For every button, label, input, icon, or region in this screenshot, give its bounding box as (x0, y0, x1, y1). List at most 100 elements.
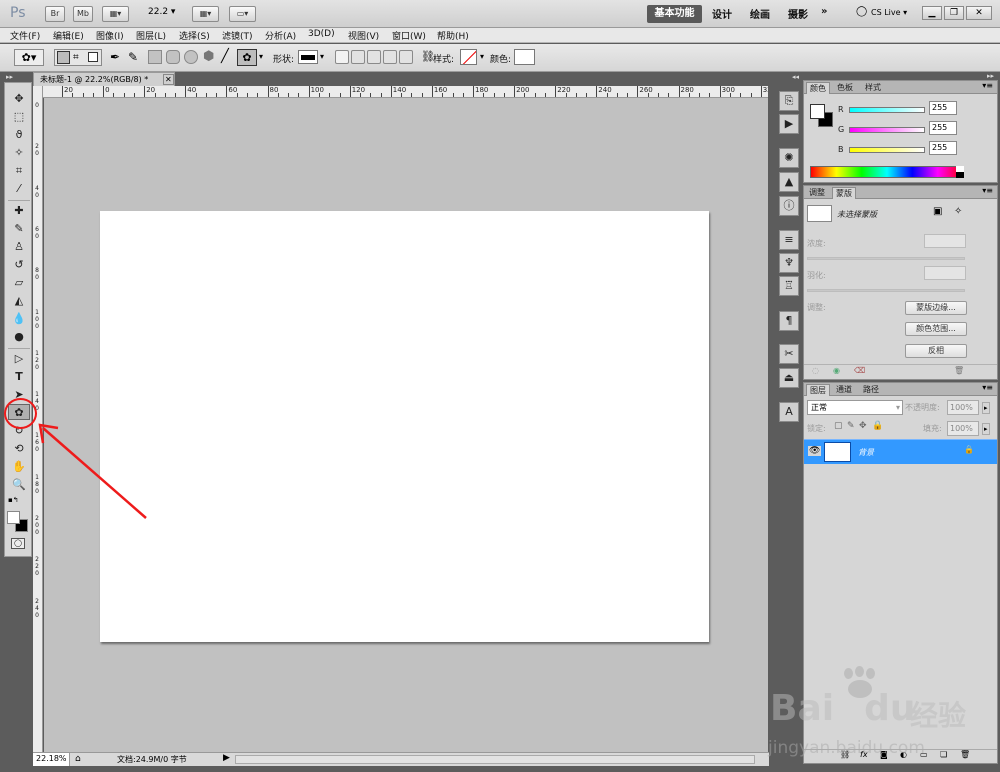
bridge-button[interactable]: Br (45, 6, 65, 22)
opacity-slider-arrow[interactable]: ▸ (982, 402, 990, 414)
menu-file[interactable]: 文件(F) (10, 29, 40, 42)
3d-orbit-tool-icon[interactable]: ⟲ (8, 441, 30, 457)
vector-mask-icon[interactable]: ✧ (954, 206, 962, 217)
crop-tool-icon[interactable]: ⌗ (8, 163, 30, 179)
polygon-tool-icon[interactable]: ⬢ (203, 49, 214, 64)
document-tab[interactable]: 未标题-1 @ 22.2%(RGB/8) * ✕ (33, 72, 175, 86)
opacity-field[interactable]: 100% (947, 400, 979, 415)
paragraph-panel-icon[interactable]: ¶ (779, 311, 799, 331)
menu-filter[interactable]: 滤镜(T) (222, 29, 253, 42)
pen-tool-icon[interactable]: ▷ (8, 351, 30, 367)
lock-transparent-icon[interactable]: ▢ (834, 421, 843, 431)
history-panel-icon[interactable]: ⎘ (779, 91, 799, 111)
fill-field[interactable]: 100% (947, 421, 979, 436)
lock-all-icon[interactable]: 🔒 (872, 421, 883, 431)
panel-collapse-icon[interactable]: ◂◂ (792, 73, 799, 81)
zoom-tool-icon[interactable]: 🔍 (8, 477, 30, 493)
histogram-panel-icon[interactable]: ▲ (779, 172, 799, 192)
type-tool-icon[interactable]: T (8, 369, 30, 385)
zoom-field[interactable]: 22.18% (33, 753, 70, 766)
mini-bridge-button[interactable]: Mb (73, 6, 93, 22)
quick-mask-icon[interactable]: ◯ (11, 538, 25, 549)
line-tool-icon[interactable]: ╱ (221, 49, 229, 64)
pixel-mask-icon[interactable]: ▣ (933, 206, 942, 217)
color-spectrum-bar[interactable] (810, 166, 964, 178)
blur-tool-icon[interactable]: 💧 (8, 311, 30, 327)
status-menu-arrow[interactable]: ▶ (223, 753, 230, 763)
toolbox-collapse-icon[interactable]: ▸▸ (6, 73, 13, 81)
channel-g-value[interactable]: 255 (929, 121, 957, 135)
color-range-button[interactable]: 颜色范围... (905, 322, 967, 336)
3d-panel-icon[interactable]: ✂ (779, 344, 799, 364)
clone-stamp-tool-icon[interactable]: ♙ (8, 239, 30, 255)
workspace-essentials[interactable]: 基本功能 (647, 5, 702, 23)
tab-layers[interactable]: 图层 (806, 384, 830, 396)
move-tool-icon[interactable]: ✥ (8, 91, 30, 107)
paint-bucket-tool-icon[interactable]: ◭ (8, 293, 30, 309)
panel-menu-icon[interactable]: ▾≡ (982, 383, 993, 392)
hand-tool-icon[interactable]: ✋ (8, 459, 30, 475)
menu-window[interactable]: 窗口(W) (392, 29, 426, 42)
close-button[interactable]: ✕ (966, 6, 992, 20)
zoom-level-dropdown[interactable]: 22.2 ▾ (148, 7, 175, 17)
character-panel-icon[interactable]: A (779, 402, 799, 422)
add-to-shape-area-icon[interactable] (351, 50, 365, 64)
invert-button[interactable]: 反相 (905, 344, 967, 358)
fill-pixels-icon[interactable] (88, 52, 98, 62)
subtract-from-shape-icon[interactable] (367, 50, 381, 64)
dodge-tool-icon[interactable]: ● (8, 329, 30, 345)
view-extras-button[interactable]: ▦▾ (102, 6, 129, 22)
navigator-panel-icon[interactable]: ✺ (779, 148, 799, 168)
eye-icon[interactable]: 👁 (808, 446, 822, 456)
menu-view[interactable]: 视图(V) (348, 29, 379, 42)
tab-adjustments[interactable]: 调整 (806, 187, 828, 199)
load-selection-icon[interactable]: ◌ (812, 366, 819, 375)
lock-position-icon[interactable]: ✥ (859, 421, 867, 431)
menu-analysis[interactable]: 分析(A) (265, 29, 296, 42)
shape-picker-arrow[interactable]: ▾ (320, 52, 324, 61)
menu-3d[interactable]: 3D(D) (308, 29, 335, 39)
eyedropper-tool-icon[interactable]: ⁄ (8, 181, 30, 197)
tab-masks[interactable]: 蒙版 (832, 187, 856, 199)
tab-color[interactable]: 颜色 (806, 82, 830, 94)
menu-image[interactable]: 图像(I) (96, 29, 124, 42)
document-canvas[interactable] (100, 211, 709, 642)
geometry-options-dropdown[interactable]: ▾ (259, 52, 263, 61)
eraser-tool-icon[interactable]: ▱ (8, 275, 30, 291)
tab-paths[interactable]: 路径 (860, 384, 882, 396)
tab-channels[interactable]: 通道 (833, 384, 855, 396)
tab-styles[interactable]: 样式 (862, 82, 884, 94)
shape-picker[interactable] (298, 50, 318, 64)
workspace-painting[interactable]: 绘画 (750, 6, 770, 21)
mask-edge-button[interactable]: 蒙版边缘... (905, 301, 967, 315)
layer-name[interactable]: 背景 (858, 447, 874, 458)
actions-panel-icon[interactable]: ▶ (779, 114, 799, 134)
style-picker[interactable] (460, 49, 477, 65)
paths-icon[interactable]: ⌗ (73, 52, 79, 63)
tab-swatches[interactable]: 色板 (834, 82, 856, 94)
default-colors-icon[interactable]: ▪↰ (8, 496, 19, 504)
horizontal-scrollbar[interactable] (235, 755, 755, 764)
horizontal-ruler[interactable]: 20 0 20 40 60 80 100 120 140 160 180 200 220 240 260 28… (43, 86, 768, 98)
channel-r-value[interactable]: 255 (929, 101, 957, 115)
disable-mask-icon[interactable]: ⌫ (854, 366, 865, 375)
quick-selection-tool-icon[interactable]: ✧ (8, 145, 30, 161)
layer-row[interactable]: 👁 背景 🔒 (804, 439, 997, 464)
history-brush-tool-icon[interactable]: ↺ (8, 257, 30, 273)
foreground-color-swatch[interactable] (810, 104, 825, 119)
dock-collapse-icon[interactable]: ▸▸ (987, 72, 994, 80)
freeform-pen-icon[interactable]: ✎ (128, 50, 138, 64)
restore-button[interactable]: ❐ (944, 6, 964, 20)
channel-b-value[interactable]: 255 (929, 141, 957, 155)
more-workspaces-button[interactable]: » (821, 6, 827, 17)
tool-presets-panel-icon[interactable]: ♖ (779, 276, 799, 296)
spectrum-black-swatch[interactable] (956, 172, 964, 178)
style-picker-arrow[interactable]: ▾ (480, 52, 484, 61)
channel-r-slider[interactable] (849, 107, 925, 113)
menu-layer[interactable]: 图层(L) (136, 29, 166, 42)
lasso-tool-icon[interactable]: ϑ (8, 127, 30, 143)
arrange-documents-button[interactable]: ▦▾ (192, 6, 219, 22)
rectangle-tool-icon[interactable] (148, 50, 162, 64)
create-new-shape-layer-icon[interactable] (335, 50, 349, 64)
channel-b-slider[interactable] (849, 147, 925, 153)
